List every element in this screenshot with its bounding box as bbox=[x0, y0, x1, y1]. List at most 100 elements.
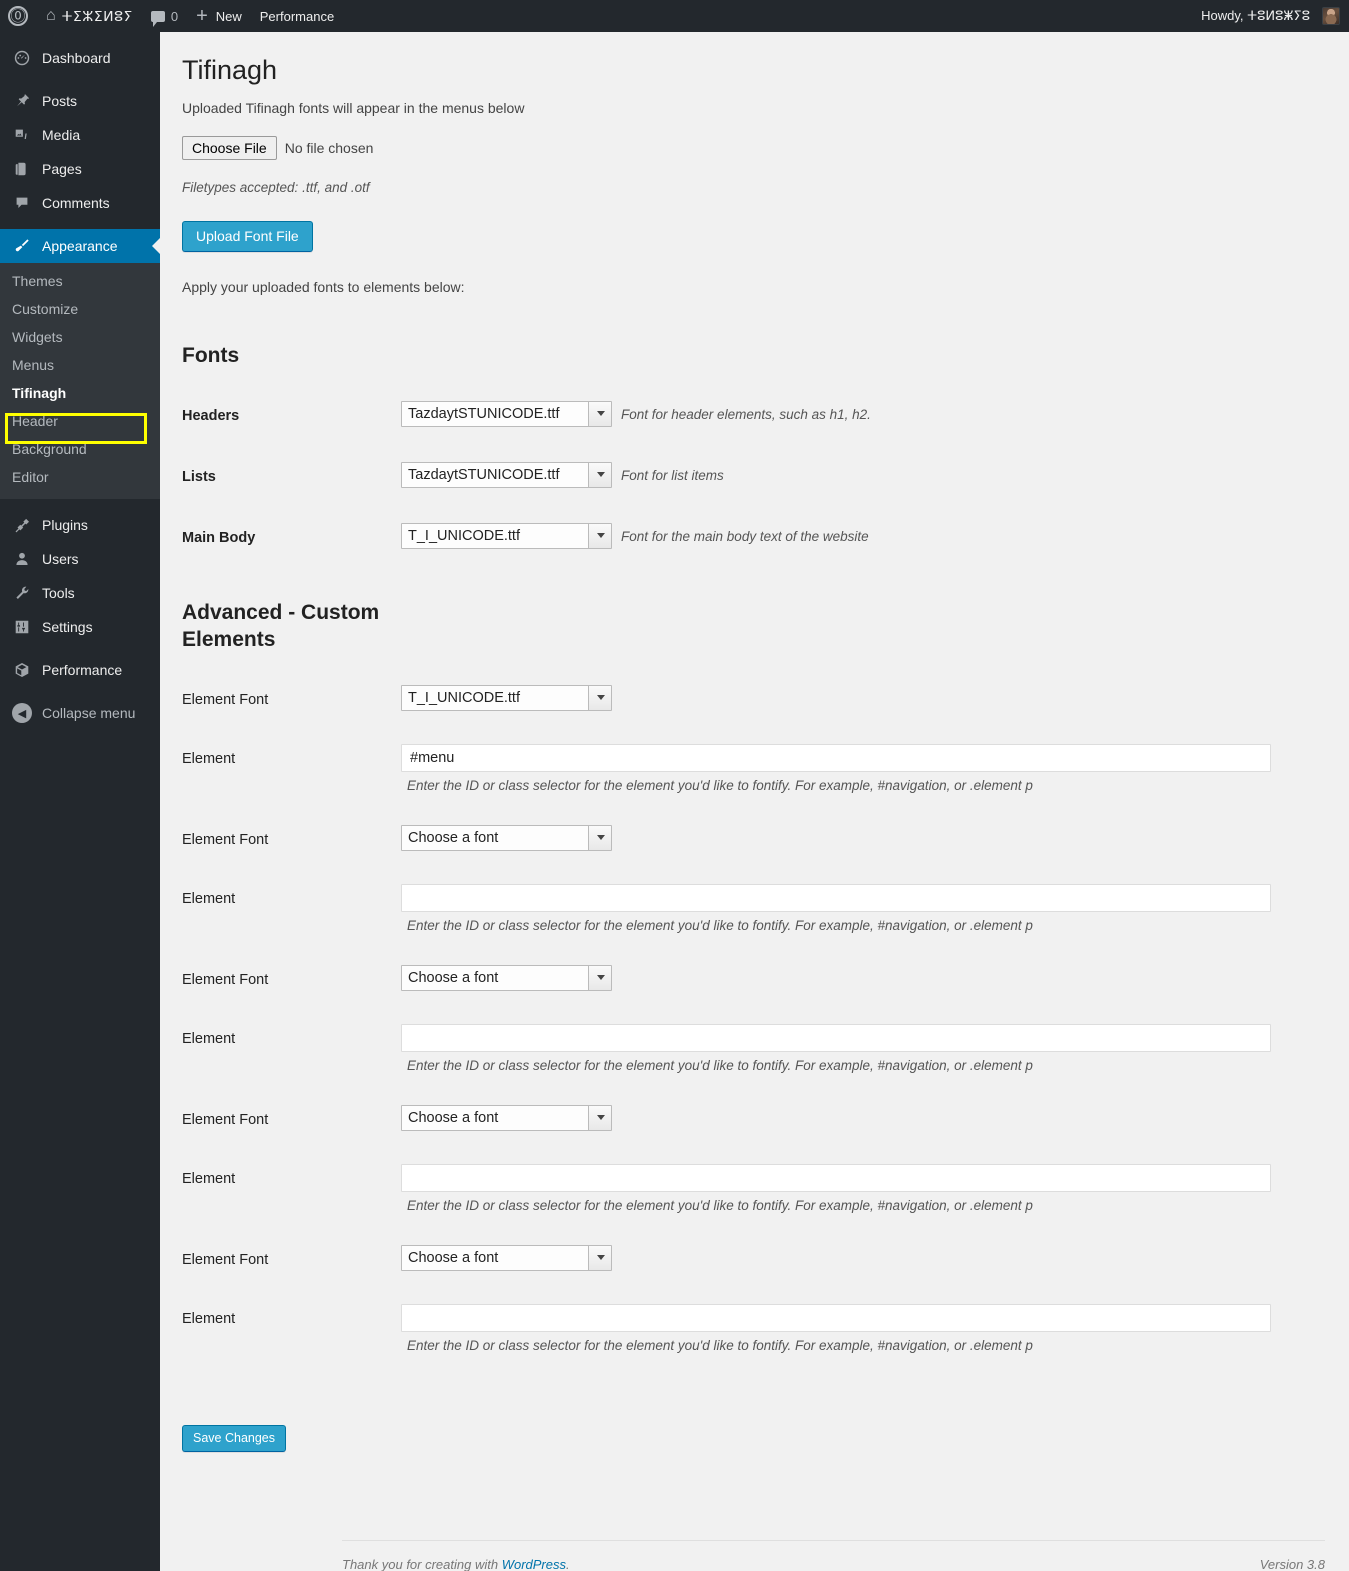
paintbrush-icon bbox=[12, 236, 32, 256]
sidebar-subitem-header[interactable]: Header bbox=[0, 407, 160, 435]
custom-row-3-font: Element Font Choose a font bbox=[182, 964, 1329, 994]
field-label: Element bbox=[182, 1030, 236, 1047]
appearance-submenu: Themes Customize Widgets Menus Tifinagh … bbox=[0, 263, 160, 499]
sidebar-item-users[interactable]: Users bbox=[0, 542, 160, 576]
advanced-section-title: Advanced - Custom Elements bbox=[182, 601, 380, 651]
lists-font-select[interactable]: TazdaytSTUNICODE.ttf bbox=[401, 462, 612, 489]
field-label: Element bbox=[182, 750, 236, 767]
field-hint: Font for list items bbox=[621, 467, 724, 483]
wordpress-link[interactable]: WordPress bbox=[502, 1557, 566, 1571]
main-body-font-select[interactable]: T_I_UNICODE.ttf bbox=[401, 523, 612, 550]
field-label: Element bbox=[182, 1170, 236, 1187]
custom-font-select-1[interactable]: T_I_UNICODE.ttf bbox=[401, 684, 612, 711]
sidebar-item-appearance[interactable]: Appearance bbox=[0, 229, 160, 263]
font-file-input-row: Choose File No file chosen bbox=[182, 136, 1329, 161]
sidebar-item-performance[interactable]: Performance bbox=[0, 653, 160, 687]
sidebar-item-posts[interactable]: Posts bbox=[0, 84, 160, 118]
media-icon bbox=[12, 125, 32, 145]
footer-thanks-prefix: Thank you for creating with bbox=[342, 1557, 502, 1571]
sidebar-item-settings[interactable]: Settings bbox=[0, 610, 160, 644]
site-name-menu[interactable]: ⌂ ⵜⵉⵣⵉⵍⵓⵢ bbox=[37, 0, 142, 32]
howdy-text: Howdy, ⵜⵓⵍⵓⵥⵢⵓ bbox=[1201, 8, 1310, 23]
sidebar-subitem-customize[interactable]: Customize bbox=[0, 295, 160, 323]
custom-font-select-4[interactable]: Choose a font bbox=[401, 1104, 612, 1131]
custom-element-input-5[interactable] bbox=[401, 1303, 1271, 1332]
sidebar-subitem-background[interactable]: Background bbox=[0, 435, 160, 463]
comment-bubble-icon bbox=[150, 10, 165, 27]
custom-font-select-2[interactable]: Choose a font bbox=[401, 824, 612, 851]
admin-bar: ⓪ ⌂ ⵜⵉⵣⵉⵍⵓⵢ 0 + New Performance Howdy, ⵜ… bbox=[0, 0, 1349, 32]
sidebar-subitem-editor[interactable]: Editor bbox=[0, 463, 160, 491]
dashboard-icon bbox=[12, 48, 32, 68]
filetypes-note: Filetypes accepted: .ttf, and .otf bbox=[182, 180, 370, 196]
choose-file-button[interactable]: Choose File bbox=[182, 136, 277, 161]
custom-font-select-3[interactable]: Choose a font bbox=[401, 964, 612, 991]
cube-icon bbox=[12, 660, 32, 680]
wrench-icon bbox=[12, 583, 32, 603]
new-label: New bbox=[215, 8, 242, 24]
field-label: Headers bbox=[182, 408, 240, 425]
page-description: Uploaded Tifinagh fonts will appear in t… bbox=[182, 100, 525, 117]
headers-font-select[interactable]: TazdaytSTUNICODE.ttf bbox=[401, 401, 612, 428]
sidebar-item-label: Tools bbox=[42, 585, 75, 601]
font-row-lists: Lists TazdaytSTUNICODE.ttf Font for list… bbox=[182, 462, 1329, 491]
comments-bubble[interactable]: 0 bbox=[142, 0, 187, 32]
sidebar-subitem-widgets[interactable]: Widgets bbox=[0, 323, 160, 351]
wordpress-logo-icon: ⓪ bbox=[8, 6, 28, 26]
font-row-headers: Headers TazdaytSTUNICODE.ttf Font for he… bbox=[182, 401, 1329, 430]
user-icon bbox=[12, 549, 32, 569]
sidebar-item-label: Settings bbox=[42, 619, 93, 635]
sidebar-item-label: Dashboard bbox=[42, 50, 111, 66]
field-label: Main Body bbox=[182, 530, 256, 547]
collapse-menu-button[interactable]: ◀ Collapse menu bbox=[0, 696, 160, 730]
save-changes-button[interactable]: Save Changes bbox=[182, 1424, 287, 1453]
house-icon: ⌂ bbox=[46, 7, 56, 24]
custom-font-select-5[interactable]: Choose a font bbox=[401, 1244, 612, 1271]
element-hint: Enter the ID or class selector for the e… bbox=[407, 777, 1033, 793]
sidebar-item-label: Performance bbox=[42, 662, 123, 678]
custom-row-4-font: Element Font Choose a font bbox=[182, 1104, 1329, 1134]
element-hint: Enter the ID or class selector for the e… bbox=[407, 1197, 1033, 1213]
performance-label: Performance bbox=[259, 8, 335, 24]
sidebar-item-dashboard[interactable]: Dashboard bbox=[0, 41, 160, 75]
collapse-arrow-icon: ◀ bbox=[12, 703, 32, 723]
fonts-section-title: Fonts bbox=[182, 344, 240, 368]
sidebar-item-pages[interactable]: Pages bbox=[0, 152, 160, 186]
new-content-menu[interactable]: + New bbox=[187, 0, 251, 32]
sidebar-item-tools[interactable]: Tools bbox=[0, 576, 160, 610]
custom-element-input-2[interactable] bbox=[401, 883, 1271, 912]
plus-icon: + bbox=[196, 5, 208, 27]
my-account-menu[interactable]: Howdy, ⵜⵓⵍⵓⵥⵢⵓ bbox=[1192, 0, 1349, 32]
sidebar-item-label: Posts bbox=[42, 93, 78, 109]
field-label: Element bbox=[182, 1310, 236, 1327]
sliders-icon bbox=[12, 617, 32, 637]
custom-row-1-font: Element Font T_I_UNICODE.ttf bbox=[182, 684, 1329, 714]
performance-menu[interactable]: Performance bbox=[251, 0, 343, 32]
field-hint: Font for the main body text of the websi… bbox=[621, 528, 869, 544]
wp-logo-menu[interactable]: ⓪ bbox=[0, 0, 37, 32]
element-hint: Enter the ID or class selector for the e… bbox=[407, 1337, 1033, 1353]
upload-font-file-button[interactable]: Upload Font File bbox=[182, 221, 313, 253]
field-label: Element bbox=[182, 890, 236, 907]
file-status-text: No file chosen bbox=[284, 140, 374, 157]
field-hint: Font for header elements, such as h1, h2… bbox=[621, 406, 871, 422]
custom-element-input-1[interactable] bbox=[401, 743, 1271, 772]
sidebar-item-comments[interactable]: Comments bbox=[0, 186, 160, 220]
sidebar-item-label: Pages bbox=[42, 161, 82, 177]
sidebar-subitem-tifinagh[interactable]: Tifinagh bbox=[0, 379, 160, 407]
avatar bbox=[1322, 7, 1340, 25]
sidebar-subitem-themes[interactable]: Themes bbox=[0, 267, 160, 295]
sidebar-item-media[interactable]: Media bbox=[0, 118, 160, 152]
footer-thanks: Thank you for creating with WordPress. bbox=[342, 1557, 570, 1571]
main-content: Tifinagh Uploaded Tifinagh fonts will ap… bbox=[160, 32, 1349, 1571]
sidebar-item-plugins[interactable]: Plugins bbox=[0, 508, 160, 542]
sidebar-subitem-menus[interactable]: Menus bbox=[0, 351, 160, 379]
custom-row-3-element: Element bbox=[182, 1023, 1329, 1053]
comment-count: 0 bbox=[170, 8, 179, 24]
element-hint: Enter the ID or class selector for the e… bbox=[407, 1057, 1033, 1073]
admin-footer: Thank you for creating with WordPress. V… bbox=[342, 1540, 1325, 1571]
custom-element-input-3[interactable] bbox=[401, 1023, 1271, 1052]
custom-element-input-4[interactable] bbox=[401, 1163, 1271, 1192]
custom-row-2-element: Element bbox=[182, 883, 1329, 913]
apply-fonts-note: Apply your uploaded fonts to elements be… bbox=[182, 279, 465, 296]
